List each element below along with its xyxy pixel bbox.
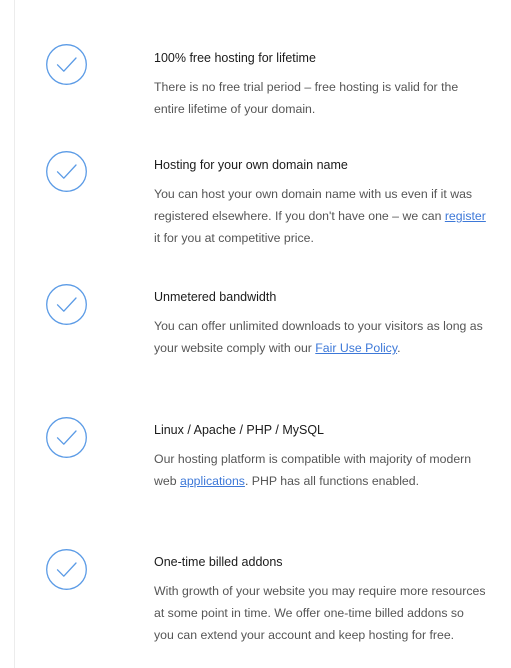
feature-description: With growth of your website you may requ… [154, 580, 486, 646]
check-circle-icon [45, 416, 88, 459]
feature-title: 100% free hosting for lifetime [154, 51, 316, 65]
check-circle-icon [45, 283, 88, 326]
check-circle-icon [45, 150, 88, 193]
fair-use-policy-link[interactable]: Fair Use Policy [315, 341, 397, 355]
feature-title: Unmetered bandwidth [154, 290, 277, 304]
feature-title: Linux / Apache / PHP / MySQL [154, 423, 324, 437]
feature-description: You can offer unlimited downloads to you… [154, 315, 486, 359]
feature-description-text: . PHP has all functions enabled. [244, 474, 420, 488]
feature-title: One-time billed addons [154, 555, 283, 569]
feature-description-text: it for you at competitive price. [154, 231, 314, 245]
left-divider [14, 0, 15, 668]
feature-description: You can host your own domain name with u… [154, 183, 486, 249]
feature-title: Hosting for your own domain name [154, 158, 348, 172]
register-link[interactable]: register [445, 209, 486, 223]
feature-description: There is no free trial period – free hos… [154, 76, 486, 120]
feature-description-text: With growth of your website you may requ… [154, 584, 486, 642]
feature-description-text: You can host your own domain name with u… [154, 187, 473, 223]
check-circle-icon [45, 43, 88, 86]
feature-description-text: . [397, 341, 401, 355]
feature-description: Our hosting platform is compatible with … [154, 448, 486, 492]
check-circle-icon [45, 548, 88, 591]
feature-description-text: There is no free trial period – free hos… [154, 80, 459, 116]
applications-link[interactable]: applications [180, 474, 245, 488]
